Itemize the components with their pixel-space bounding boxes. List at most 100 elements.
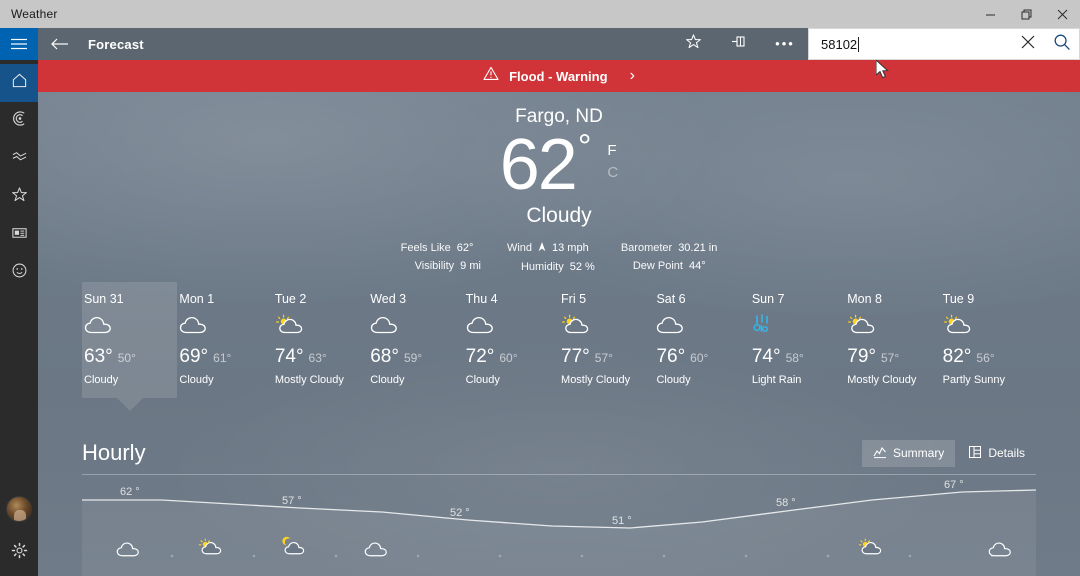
window-title-bar: Weather	[0, 0, 1080, 28]
pin-icon	[730, 34, 748, 55]
forecast-high: 72°	[465, 346, 495, 367]
forecast-card[interactable]: Mon 1 69° 61° Cloudy	[177, 282, 272, 398]
cloudy-icon	[84, 314, 177, 340]
detail-visibility: Visibility 9 mi	[401, 260, 481, 272]
more-options-button[interactable]: •••	[762, 28, 808, 60]
forecast-high: 68°	[370, 346, 399, 367]
hourly-view-toggle: Summary Details	[861, 439, 1036, 467]
detail-humidity: Humidity 52 %	[507, 261, 595, 273]
forecast-desc: Light Rain	[751, 374, 802, 386]
forecast-temps: 76° 60°	[656, 346, 749, 368]
detail-value: 62°	[456, 242, 474, 254]
forecast-card[interactable]: Sun 31 63° 50° Cloudy	[82, 282, 178, 411]
sidebar-item-home[interactable]	[0, 64, 38, 102]
star-icon	[685, 33, 702, 55]
forecast-desc: Mostly Cloudy	[274, 374, 344, 386]
forecast-card[interactable]: Sat 6 76° 60° Cloudy	[654, 282, 749, 398]
line-chart-icon	[873, 445, 887, 462]
forecast-card[interactable]: Sun 7 74° 58° Light Rain	[750, 282, 845, 398]
smiley-icon	[11, 262, 28, 284]
pin-to-start-button[interactable]	[716, 28, 762, 60]
chart-point-label: 62 °	[120, 486, 140, 498]
home-icon	[11, 72, 28, 94]
forecast-low: 59°	[403, 351, 423, 365]
forecast-temps: 74° 63°	[275, 346, 368, 368]
forecast-low: 61°	[213, 351, 232, 365]
degree-symbol: °	[577, 128, 592, 166]
favorite-button[interactable]	[670, 28, 716, 60]
forecast-card[interactable]: Fri 5 77° 57° Mostly Cloudy	[559, 282, 654, 398]
search-submit-button[interactable]	[1045, 28, 1079, 60]
details-label: Details	[988, 446, 1025, 460]
summary-view-button[interactable]: Summary	[861, 439, 956, 467]
forecast-card[interactable]: Wed 3 68° 59° Cloudy	[368, 282, 463, 398]
forecast-low: 57°	[594, 351, 613, 365]
details-view-button[interactable]: Details	[957, 440, 1036, 467]
close-button[interactable]	[1044, 0, 1080, 28]
close-icon	[1021, 35, 1035, 54]
current-temperature: 62	[499, 125, 578, 205]
chevron-right-icon[interactable]: ›	[630, 67, 635, 85]
forecast-high: 79°	[847, 346, 876, 367]
forecast-high: 76°	[656, 346, 686, 367]
back-button[interactable]	[38, 28, 82, 60]
app-bar-tools: •••	[670, 28, 808, 60]
forecast-day: Mon 1	[179, 292, 215, 306]
forecast-desc: Cloudy	[656, 374, 691, 386]
forecast-card[interactable]: Thu 4 72° 60° Cloudy	[464, 282, 559, 398]
news-icon	[11, 224, 28, 246]
sidebar-item-feedback[interactable]	[0, 254, 38, 292]
search-input[interactable]: 58102	[809, 36, 1011, 52]
search-input-value: 58102	[821, 36, 858, 52]
forecast-card[interactable]: Tue 2 74° 63° Mostly Cloudy	[273, 282, 368, 398]
detail-label: Barometer	[620, 242, 673, 254]
selected-card-pointer	[116, 398, 143, 411]
hourly-temperature-chart[interactable]: 62 ° 57 ° 52 ° 51 ° 58 ° 67 °	[82, 478, 1036, 576]
unit-toggle: F C	[607, 140, 618, 184]
detail-label: Dew Point	[632, 260, 683, 272]
weather-alert-banner[interactable]: Flood - Warning ›	[38, 60, 1080, 92]
forecast-high: 74°	[274, 346, 304, 367]
sidebar-item-historical[interactable]	[0, 140, 38, 178]
hourly-title: Hourly	[82, 440, 146, 465]
sidebar-item-news[interactable]	[0, 216, 38, 254]
forecast-low: 58°	[785, 351, 804, 365]
hourly-divider	[82, 474, 1036, 475]
sidebar-item-maps[interactable]	[0, 102, 38, 140]
forecast-temps: 77° 57°	[561, 346, 654, 368]
navigation-rail	[0, 28, 38, 576]
forecast-low: 60°	[690, 351, 709, 365]
detail-label: Humidity	[520, 261, 564, 273]
forecast-card[interactable]: Mon 8 79° 57° Mostly Cloudy	[845, 282, 940, 398]
search-icon	[1053, 33, 1071, 56]
forecast-low: 63°	[308, 351, 327, 365]
forecast-day: Fri 5	[561, 292, 587, 306]
detail-feels-like: Feels Like 62°	[401, 242, 481, 254]
historical-chart-icon	[11, 148, 28, 170]
hamburger-menu-icon[interactable]	[0, 28, 38, 60]
forecast-day: Sun 7	[751, 292, 785, 306]
sidebar-item-settings[interactable]	[0, 534, 38, 572]
unit-fahrenheit[interactable]: F	[607, 140, 618, 162]
current-location-name: Fargo, ND	[515, 106, 603, 127]
unit-celsius[interactable]: C	[607, 162, 618, 184]
chart-area-fill	[82, 490, 1036, 576]
current-temperature-block: 62 ° F C	[38, 124, 1080, 206]
maximize-button[interactable]	[1008, 0, 1044, 28]
sidebar-item-favorites[interactable]	[0, 178, 38, 216]
clear-search-button[interactable]	[1011, 28, 1045, 60]
account-avatar[interactable]	[6, 496, 32, 522]
detail-label: Wind	[506, 242, 533, 254]
minimize-button[interactable]	[972, 0, 1008, 28]
forecast-day: Sun 31	[84, 292, 124, 306]
warning-triangle-icon	[483, 66, 499, 86]
gear-icon	[11, 542, 28, 564]
forecast-card[interactable]: Tue 9 82° 56° Partly Sunny	[941, 282, 1036, 398]
search-box[interactable]: 58102	[808, 28, 1080, 60]
detail-value: 13 mph	[552, 242, 589, 254]
forecast-temps: 69° 61°	[179, 346, 272, 368]
detail-label: Feels Like	[400, 242, 451, 254]
cloudy-icon	[466, 314, 559, 340]
forecast-temps: 63° 50°	[84, 346, 177, 368]
forecast-day: Sat 6	[656, 292, 686, 306]
